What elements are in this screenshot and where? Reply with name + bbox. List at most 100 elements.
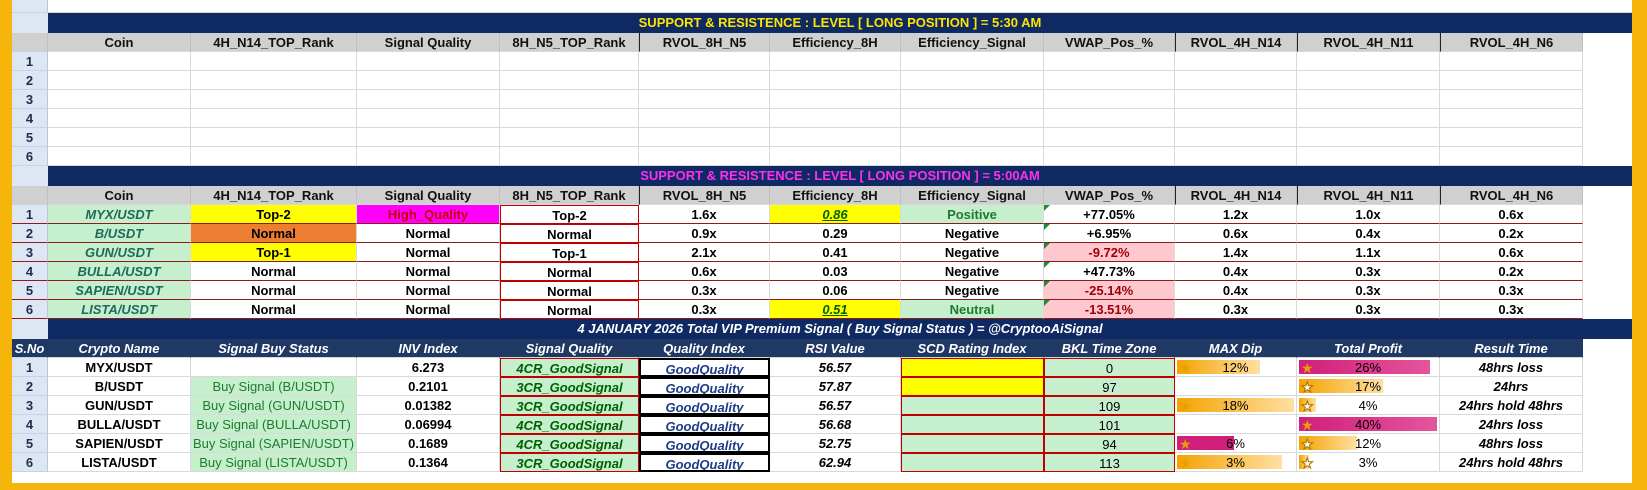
max-dip-cell[interactable]: [1175, 415, 1297, 434]
inv-index-cell[interactable]: 0.1689: [357, 434, 500, 453]
coin-cell[interactable]: SAPIEN/USDT: [48, 281, 191, 300]
rvol-4h-n11-cell[interactable]: 0.3x: [1297, 281, 1440, 300]
sheet-cell[interactable]: [1440, 147, 1583, 166]
sheet-cell[interactable]: [1297, 109, 1440, 128]
result-time-cell[interactable]: 24hrs hold 48hrs: [1440, 453, 1583, 472]
rvol-4h-n14-cell[interactable]: 0.3x: [1175, 300, 1297, 319]
column-header[interactable]: 4H_N14_TOP_Rank: [191, 186, 357, 205]
sheet-cell[interactable]: [901, 52, 1044, 71]
column-header[interactable]: RSI Value: [770, 339, 901, 358]
sheet-cell[interactable]: [357, 109, 500, 128]
vwap-cell[interactable]: -9.72%: [1044, 243, 1175, 262]
sheet-cell[interactable]: [191, 147, 357, 166]
result-time-cell[interactable]: 24hrs loss: [1440, 415, 1583, 434]
row-number[interactable]: 3: [12, 243, 48, 262]
sheet-cell[interactable]: [639, 71, 770, 90]
sheet-cell[interactable]: [500, 109, 639, 128]
vwap-cell[interactable]: +6.95%: [1044, 224, 1175, 243]
coin-cell[interactable]: MYX/USDT: [48, 205, 191, 224]
column-header[interactable]: RVOL_8H_N5: [639, 186, 770, 205]
sheet-cell[interactable]: [1175, 147, 1297, 166]
row-header[interactable]: [12, 33, 48, 52]
column-header[interactable]: 8H_N5_TOP_Rank: [500, 186, 639, 205]
vwap-cell[interactable]: +47.73%: [1044, 262, 1175, 281]
sheet-cell[interactable]: [1297, 52, 1440, 71]
column-header[interactable]: RVOL_4H_N11: [1297, 186, 1440, 205]
rsi-cell[interactable]: 57.87: [770, 377, 901, 396]
row-number[interactable]: 4: [12, 109, 48, 128]
column-header[interactable]: MAX Dip: [1175, 339, 1297, 358]
bkl-time-cell[interactable]: 113: [1044, 453, 1175, 472]
crypto-name-cell[interactable]: SAPIEN/USDT: [48, 434, 191, 453]
rvol-4h-n6-cell[interactable]: 0.3x: [1440, 300, 1583, 319]
efficiency-cell[interactable]: 0.29: [770, 224, 901, 243]
rsi-cell[interactable]: 56.57: [770, 396, 901, 415]
sheet-cell[interactable]: [1175, 109, 1297, 128]
efficiency-cell[interactable]: 0.06: [770, 281, 901, 300]
crypto-name-cell[interactable]: GUN/USDT: [48, 396, 191, 415]
signal-status-cell[interactable]: [191, 358, 357, 377]
inv-index-cell[interactable]: 0.2101: [357, 377, 500, 396]
sheet-cell[interactable]: [770, 147, 901, 166]
vwap-cell[interactable]: -13.51%: [1044, 300, 1175, 319]
rvol-4h-n14-cell[interactable]: 0.4x: [1175, 262, 1297, 281]
column-header[interactable]: SCD Rating Index: [901, 339, 1044, 358]
rvol-8h-cell[interactable]: 0.3x: [639, 281, 770, 300]
quality-index-link[interactable]: GoodQuality: [666, 362, 744, 375]
quality-index-cell[interactable]: GoodQuality: [639, 434, 770, 453]
efficiency-signal-cell[interactable]: Negative: [901, 224, 1044, 243]
sheet-cell[interactable]: [48, 128, 191, 147]
efficiency-signal-cell[interactable]: Positive: [901, 205, 1044, 224]
sheet-cell[interactable]: [639, 90, 770, 109]
sheet-cell[interactable]: [1175, 52, 1297, 71]
sheet-cell[interactable]: [770, 71, 901, 90]
rvol-4h-n14-cell[interactable]: 0.6x: [1175, 224, 1297, 243]
total-profit-cell[interactable]: ★ 40%: [1297, 415, 1440, 434]
rvol-8h-cell[interactable]: 0.3x: [639, 300, 770, 319]
rank-4h-cell[interactable]: Normal: [191, 300, 357, 319]
serial-number[interactable]: 1: [12, 358, 48, 377]
signal-status-cell[interactable]: Buy Signal (GUN/USDT): [191, 396, 357, 415]
rvol-8h-cell[interactable]: 2.1x: [639, 243, 770, 262]
scd-rating-cell[interactable]: [901, 358, 1044, 377]
sheet-cell[interactable]: [191, 71, 357, 90]
sheet-cell[interactable]: [1175, 128, 1297, 147]
signal-status-cell[interactable]: Buy Signal (BULLA/USDT): [191, 415, 357, 434]
efficiency-signal-cell[interactable]: Neutral: [901, 300, 1044, 319]
rank-8h-cell[interactable]: Top-1: [500, 243, 639, 262]
sheet-cell[interactable]: [191, 128, 357, 147]
rsi-cell[interactable]: 56.68: [770, 415, 901, 434]
column-header[interactable]: Quality Index: [639, 339, 770, 358]
sheet-cell[interactable]: [357, 128, 500, 147]
sheet-cell[interactable]: [639, 147, 770, 166]
rvol-8h-cell[interactable]: 1.6x: [639, 205, 770, 224]
inv-index-cell[interactable]: 0.1364: [357, 453, 500, 472]
sheet-cell[interactable]: [1440, 52, 1583, 71]
quality-index-link[interactable]: GoodQuality: [666, 381, 744, 394]
column-header[interactable]: RVOL_4H_N14: [1175, 186, 1297, 205]
column-header[interactable]: Result Time: [1440, 339, 1583, 358]
bkl-time-cell[interactable]: 97: [1044, 377, 1175, 396]
rank-4h-cell[interactable]: Top-2: [191, 205, 357, 224]
serial-number[interactable]: 5: [12, 434, 48, 453]
max-dip-cell[interactable]: ★ 6%: [1175, 434, 1297, 453]
efficiency-signal-cell[interactable]: Negative: [901, 262, 1044, 281]
column-header[interactable]: Efficiency_8H: [770, 33, 901, 52]
rank-8h-cell[interactable]: Normal: [500, 262, 639, 281]
rvol-4h-n6-cell[interactable]: 0.6x: [1440, 205, 1583, 224]
rvol-4h-n14-cell[interactable]: 1.2x: [1175, 205, 1297, 224]
crypto-name-cell[interactable]: LISTA/USDT: [48, 453, 191, 472]
row-number[interactable]: 1: [12, 52, 48, 71]
rvol-4h-n11-cell[interactable]: 0.3x: [1297, 262, 1440, 281]
quality-index-cell[interactable]: GoodQuality: [639, 377, 770, 396]
signal-quality-cell[interactable]: 4CR_GoodSignal: [500, 434, 639, 453]
sheet-cell[interactable]: [770, 128, 901, 147]
efficiency-signal-cell[interactable]: Negative: [901, 243, 1044, 262]
sheet-cell[interactable]: [770, 109, 901, 128]
signal-quality-cell[interactable]: 4CR_GoodSignal: [500, 415, 639, 434]
scd-rating-cell[interactable]: [901, 415, 1044, 434]
serial-number[interactable]: 3: [12, 396, 48, 415]
rank-8h-cell[interactable]: Top-2: [500, 205, 639, 224]
crypto-name-cell[interactable]: BULLA/USDT: [48, 415, 191, 434]
rank-4h-cell[interactable]: Top-1: [191, 243, 357, 262]
